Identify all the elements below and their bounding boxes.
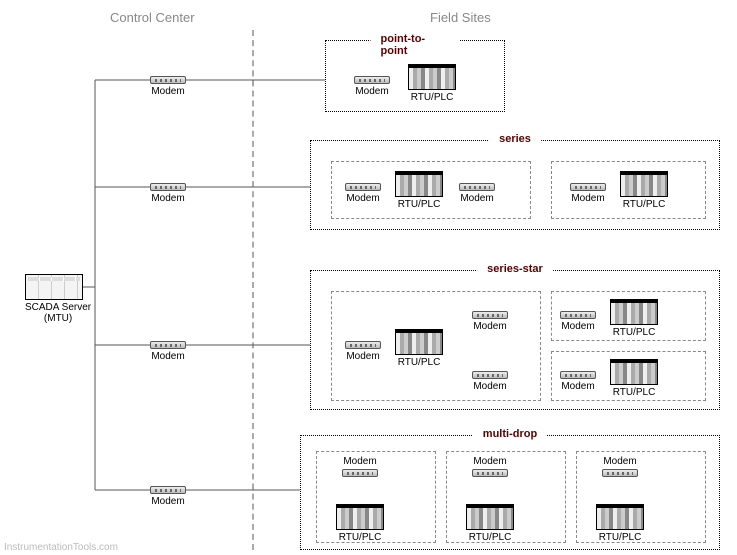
rtu-label: RTU/PLC <box>610 327 658 338</box>
rtu-plc-icon <box>466 504 514 530</box>
rtu-plc-icon <box>336 504 384 530</box>
modem-label: Modem <box>345 351 381 362</box>
rtu-plc-icon <box>610 359 658 385</box>
seriesstar-modem-1: Modem <box>345 341 381 362</box>
multidrop-rtu-3: RTU/PLC <box>596 504 644 543</box>
seriesstar-rtu-top: RTU/PLC <box>610 299 658 338</box>
cc-modem-3: Modem <box>150 341 186 362</box>
modem-icon <box>472 371 508 379</box>
ptp-rtu: RTU/PLC <box>408 64 456 103</box>
seriesstar-modem-top-out: Modem <box>472 311 508 332</box>
rtu-plc-icon <box>620 171 668 197</box>
modem-label: Modem <box>472 381 508 392</box>
modem-label: Modem <box>150 193 186 204</box>
series-modem-2: Modem <box>459 183 495 204</box>
modem-label: Modem <box>560 381 596 392</box>
rtu-label: RTU/PLC <box>596 532 644 543</box>
scada-server-icon <box>25 274 83 300</box>
modem-label: Modem <box>560 321 596 332</box>
divider-vertical <box>252 30 254 550</box>
topology-series-star: series-star <box>310 270 720 410</box>
rtu-label: RTU/PLC <box>610 387 658 398</box>
ptp-modem: Modem <box>354 76 390 97</box>
topology-title: point-to-point <box>371 33 460 57</box>
modem-label: Modem <box>342 456 378 467</box>
topology-title: multi-drop <box>473 428 547 440</box>
scada-server-label: SCADA Server (MTU) <box>25 302 91 324</box>
watermark: InstrumentationTools.com <box>4 542 118 553</box>
series-modem-1: Modem <box>345 183 381 204</box>
rtu-plc-icon <box>395 329 443 355</box>
heading-field-sites: Field Sites <box>430 10 491 25</box>
seriesstar-rtu-1: RTU/PLC <box>395 329 443 368</box>
rtu-label: RTU/PLC <box>466 532 514 543</box>
multidrop-modem-2: Modem <box>472 456 508 477</box>
cc-modem-4: Modem <box>150 486 186 507</box>
topology-title: series-star <box>477 263 553 275</box>
modem-label: Modem <box>354 86 390 97</box>
modem-label: Modem <box>150 496 186 507</box>
modem-icon <box>602 469 638 477</box>
modem-label: Modem <box>150 86 186 97</box>
modem-icon <box>345 341 381 349</box>
rtu-label: RTU/PLC <box>395 199 443 210</box>
rtu-plc-icon <box>408 64 456 90</box>
modem-label: Modem <box>472 456 508 467</box>
modem-icon <box>150 486 186 494</box>
modem-label: Modem <box>602 456 638 467</box>
modem-icon <box>472 311 508 319</box>
rtu-label: RTU/PLC <box>408 92 456 103</box>
modem-icon <box>345 183 381 191</box>
cc-modem-1: Modem <box>150 76 186 97</box>
seriesstar-modem-top-in: Modem <box>560 311 596 332</box>
rtu-label: RTU/PLC <box>336 532 384 543</box>
modem-icon <box>342 469 378 477</box>
series-rtu-2: RTU/PLC <box>620 171 668 210</box>
rtu-label: RTU/PLC <box>395 357 443 368</box>
multidrop-rtu-2: RTU/PLC <box>466 504 514 543</box>
modem-icon <box>560 371 596 379</box>
modem-icon <box>150 341 186 349</box>
rtu-label: RTU/PLC <box>620 199 668 210</box>
rtu-plc-icon <box>395 171 443 197</box>
seriesstar-rtu-bot: RTU/PLC <box>610 359 658 398</box>
scada-server-block: SCADA Server (MTU) <box>25 274 91 324</box>
multidrop-modem-3: Modem <box>602 456 638 477</box>
multidrop-rtu-1: RTU/PLC <box>336 504 384 543</box>
series-modem-3: Modem <box>570 183 606 204</box>
modem-label: Modem <box>459 193 495 204</box>
modem-icon <box>560 311 596 319</box>
modem-icon <box>354 76 390 84</box>
rtu-plc-icon <box>610 299 658 325</box>
modem-label: Modem <box>345 193 381 204</box>
modem-icon <box>150 76 186 84</box>
topology-title: series <box>489 133 541 145</box>
rtu-plc-icon <box>596 504 644 530</box>
modem-label: Modem <box>150 351 186 362</box>
series-rtu-1: RTU/PLC <box>395 171 443 210</box>
heading-control-center: Control Center <box>110 10 195 25</box>
modem-icon <box>150 183 186 191</box>
modem-label: Modem <box>472 321 508 332</box>
modem-icon <box>570 183 606 191</box>
seriesstar-modem-bot-in: Modem <box>560 371 596 392</box>
modem-icon <box>459 183 495 191</box>
modem-icon <box>472 469 508 477</box>
seriesstar-modem-bot-out: Modem <box>472 371 508 392</box>
modem-label: Modem <box>570 193 606 204</box>
cc-modem-2: Modem <box>150 183 186 204</box>
multidrop-modem-1: Modem <box>342 456 378 477</box>
